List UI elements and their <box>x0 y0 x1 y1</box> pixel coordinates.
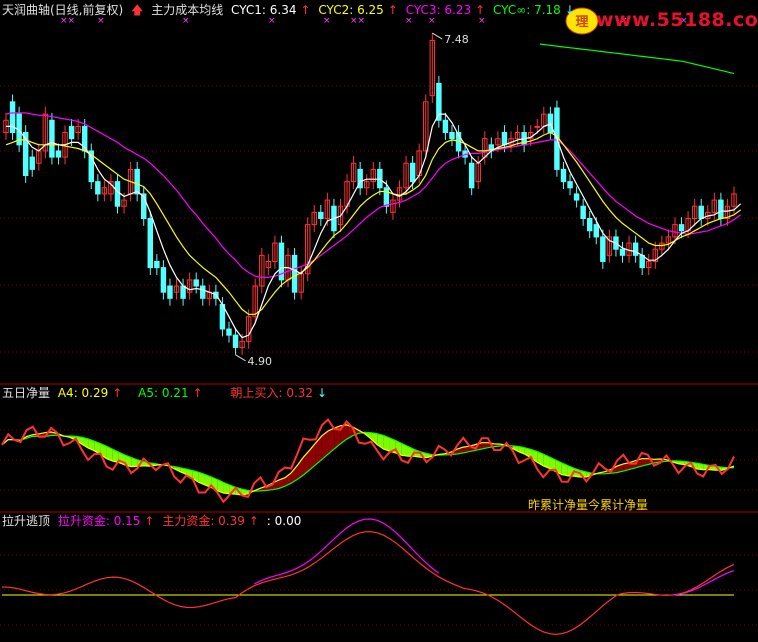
candle-body <box>718 199 724 219</box>
candle-body <box>154 260 160 269</box>
candle-body <box>619 248 626 256</box>
cyc3-value: CYC3: 6.23 <box>405 3 472 17</box>
chart-canvas: 7.484.90×× × × × × ×× × × × × × <box>0 16 758 636</box>
marker-x-icon: × <box>405 16 413 26</box>
main-fund-line <box>1 531 735 636</box>
lift-value: 拉升资金: 0.15 <box>57 514 141 528</box>
candle-body <box>134 168 140 195</box>
arrow-up-icon: ↑ <box>300 3 311 17</box>
candle-body <box>68 125 75 140</box>
volume-header: 五日净量 A4: 0.29 ↑ A5: 0.21 ↑ 朝上买入: 0.32 ↓ <box>2 386 331 400</box>
a5-line <box>1 431 735 492</box>
a4-value: A4: 0.29 <box>57 386 109 400</box>
candle-body <box>534 125 540 128</box>
marker-x-icon: × <box>268 16 276 26</box>
arrow-down-icon: ↓ <box>317 386 328 400</box>
stock-title: 天润曲轴(日线,前复权) <box>2 3 124 17</box>
grid-lines <box>0 85 758 626</box>
candle-body <box>318 211 324 219</box>
zero-value: : 0.00 <box>266 514 302 528</box>
overlay-note: 昨累计净量今累计净量 <box>528 498 649 512</box>
candle-body <box>586 217 593 232</box>
cyc1-line <box>6 113 742 339</box>
candle-body <box>180 285 186 299</box>
candle-body <box>600 236 606 262</box>
candle-body <box>29 156 35 170</box>
volume-title: 五日净量 <box>2 386 51 400</box>
marker-x-icon: ×× <box>350 16 365 26</box>
svg-text:理: 理 <box>575 15 588 30</box>
arrow-up-icon: ↑ <box>112 386 123 400</box>
fund-title: 拉升逃顶 <box>2 514 51 528</box>
price-header: 天润曲轴(日线,前复权) 🡅 主力成本均线 CYC1: 6.34 ↑ CYC2: … <box>2 3 579 17</box>
candle-body <box>698 205 704 219</box>
candle-body <box>468 162 475 189</box>
low-pointer <box>235 354 246 362</box>
candle-body <box>232 334 239 348</box>
candle-body <box>291 254 298 293</box>
arrow-up-icon: ↑ <box>144 514 155 528</box>
candle-body <box>49 119 55 158</box>
marker-x-icon: × <box>478 16 486 26</box>
lift-fund-line <box>253 518 440 585</box>
candle-body <box>200 285 206 299</box>
fund-header: 拉升逃顶 拉升资金: 0.15 ↑ 主力资金: 0.39 ↑ : 0.00 <box>2 514 305 528</box>
price-panel: 7.484.90×× × × × × ×× × × × × × <box>3 16 742 368</box>
candle-body <box>114 181 121 207</box>
candle-body <box>678 224 685 232</box>
indicator-name: 主力成本均线 <box>151 3 224 17</box>
candle-body <box>593 224 600 238</box>
high-label: 7.48 <box>444 33 469 46</box>
marker-x-icon: × <box>428 16 436 26</box>
fund-panel <box>1 518 735 636</box>
marker-x-icon: × <box>323 16 331 26</box>
cyc1-value: CYC1: 6.34 <box>231 3 297 17</box>
candle-body <box>573 193 580 201</box>
candle-body <box>377 168 383 189</box>
arrow-up-icon: 🡅 <box>131 3 144 17</box>
high-pointer <box>432 32 443 40</box>
candle-body <box>193 279 199 287</box>
arrow-up-icon: ↑ <box>248 514 259 528</box>
arrow-down-icon: ↓ <box>564 3 575 17</box>
candle-body <box>383 187 390 207</box>
candle-body <box>226 328 232 336</box>
candle-body <box>501 132 508 146</box>
arrow-up-icon: ↑ <box>475 3 486 17</box>
candle-body <box>167 285 173 299</box>
candle-body <box>632 242 639 256</box>
buy-value: 朝上买入: 0.32 <box>230 386 314 400</box>
marker-x-icon: × <box>182 16 190 26</box>
cyc2-value: CYC2: 6.25 <box>318 3 384 17</box>
marker-x-icon: ×× <box>60 16 75 26</box>
candle-body <box>560 168 567 183</box>
cycinf-line <box>539 43 735 75</box>
watermark-url: www.55188.com <box>596 9 758 31</box>
marker-x-icon: × <box>97 16 105 26</box>
candle-body <box>55 150 62 158</box>
candle-body <box>147 217 154 269</box>
low-label: 4.90 <box>248 355 273 368</box>
candle-body <box>409 162 416 183</box>
candle-body <box>160 267 167 293</box>
arrow-up-icon: ↑ <box>192 386 203 400</box>
cyc2-line <box>5 131 741 315</box>
main-value: 主力资金: 0.39 <box>162 514 245 528</box>
candle-body <box>449 132 455 140</box>
candle-body <box>567 181 573 189</box>
candle-body <box>580 205 586 219</box>
a5-value: A5: 0.21 <box>138 386 189 400</box>
cycinf-value: CYC∞: 7.18 <box>493 3 561 17</box>
candle-body <box>95 181 101 195</box>
arrow-up-icon: ↑ <box>387 3 398 17</box>
candle-body <box>442 119 449 134</box>
